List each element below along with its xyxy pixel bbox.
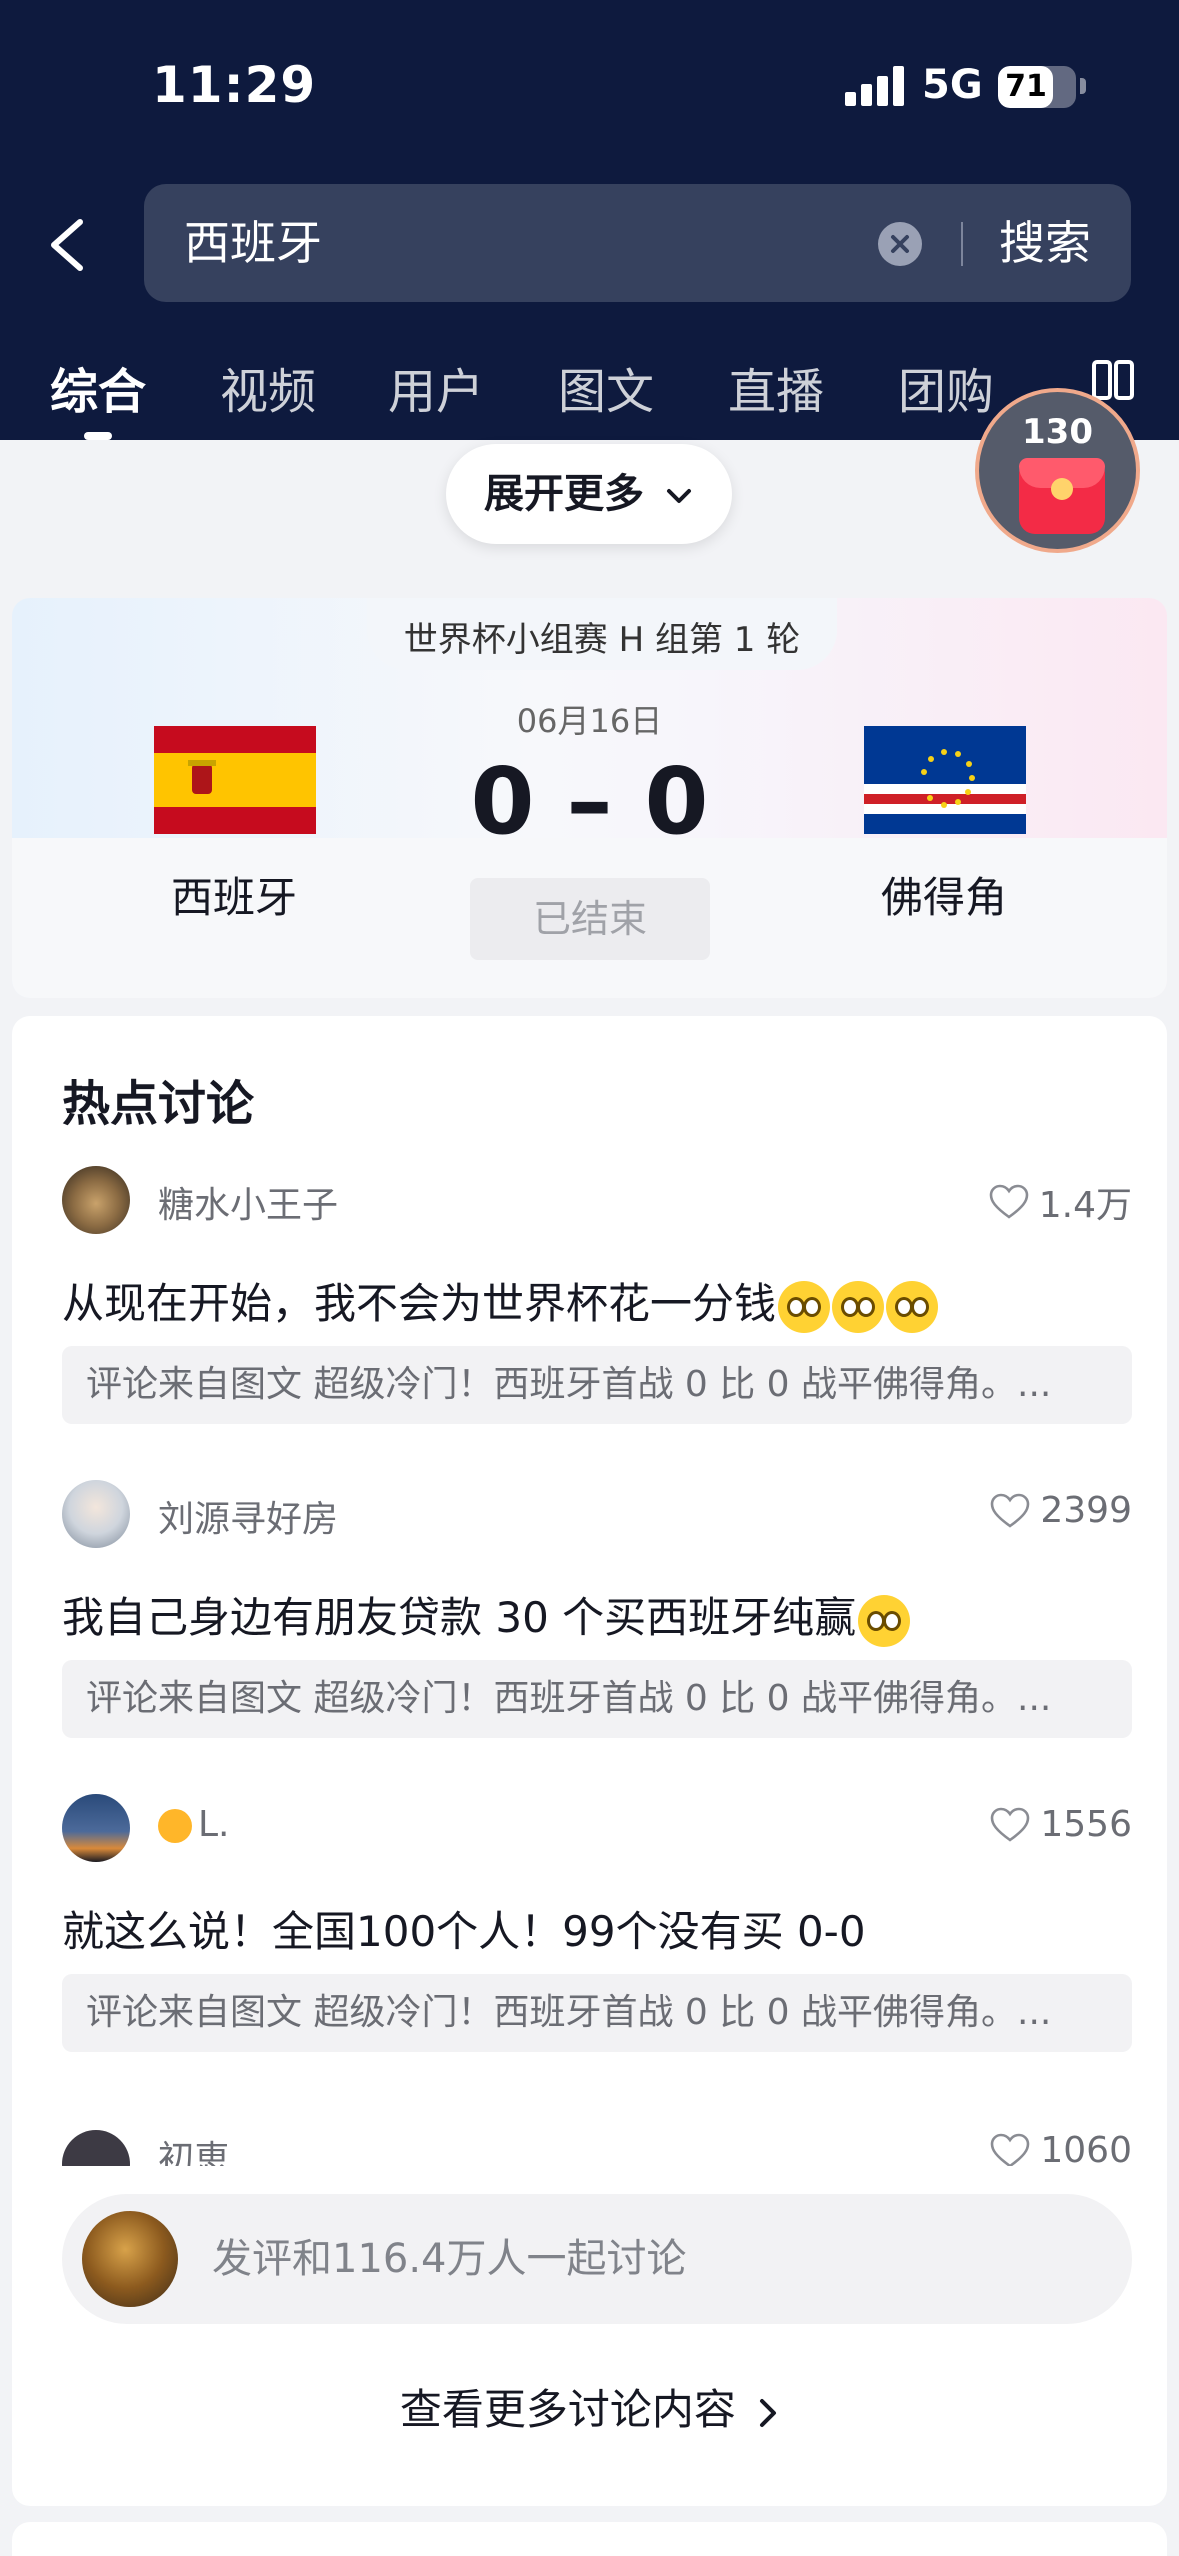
- flushed-emoji-icon: [886, 1280, 939, 1333]
- like-button[interactable]: 1060: [990, 2130, 1132, 2166]
- comment-text: 我自己身边有朋友贷款 30 个买西班牙纯赢: [62, 1584, 911, 1647]
- next-card: [12, 2522, 1167, 2556]
- expand-more-button[interactable]: 展开更多: [446, 444, 732, 544]
- like-button[interactable]: 1556: [990, 1804, 1132, 1845]
- red-packet-widget[interactable]: 130: [975, 388, 1140, 553]
- like-count: 1060: [1040, 2130, 1132, 2166]
- comment-text-content: 从现在开始，我不会为世界杯花一分钱: [62, 1279, 777, 1328]
- home-team-name: 西班牙: [170, 873, 297, 922]
- comment-item-partial[interactable]: 初恵 1060: [62, 2116, 1132, 2166]
- top-header: 11:29 5G 71 西班牙 搜索 综合 视频 用户 图文 直播 团购: [0, 0, 1179, 440]
- avatar[interactable]: [62, 1166, 130, 1234]
- comment-username[interactable]: 糖水小王子: [158, 1176, 338, 1228]
- section-title: 热点讨论: [62, 1076, 255, 1132]
- status-time: 11:29: [152, 56, 317, 114]
- search-box[interactable]: 西班牙 搜索: [144, 184, 1131, 302]
- my-avatar: [82, 2211, 178, 2307]
- comment-item[interactable]: L. 1556 就这么说！全国100个人！99个没有买 0-0 评论来自图文 超…: [62, 1794, 1132, 2094]
- search-divider: [961, 222, 963, 266]
- tab-live[interactable]: 直播: [728, 352, 824, 422]
- comment-username[interactable]: 初恵: [158, 2130, 230, 2166]
- comment-source-link[interactable]: 评论来自图文 超级冷门！西班牙首战 0 比 0 战平佛得角。...: [62, 1346, 1132, 1424]
- comment-item[interactable]: 刘源寻好房 2399 我自己身边有朋友贷款 30 个买西班牙纯赢 评论来自图文 …: [62, 1480, 1132, 1780]
- comment-item[interactable]: 糖水小王子 1.4万 从现在开始，我不会为世界杯花一分钱 评论来自图文 超级冷门…: [62, 1166, 1132, 1466]
- comment-username[interactable]: 刘源寻好房: [158, 1490, 338, 1542]
- match-stage: 世界杯小组赛 H 组第 1 轮: [403, 620, 801, 660]
- tab-comprehensive[interactable]: 综合: [50, 352, 146, 422]
- tab-active-indicator: [84, 432, 112, 440]
- hot-discussion-card: 热点讨论 糖水小王子 1.4万 从现在开始，我不会为世界杯花一分钱 评论来自图文…: [12, 1016, 1167, 2506]
- match-status: 已结束: [470, 878, 710, 960]
- comment-source-text: 评论来自图文 超级冷门！西班牙首战 0 比 0 战平佛得角。...: [86, 1364, 1052, 1405]
- view-more-discussion-link[interactable]: 查看更多讨论内容: [12, 2376, 1167, 2437]
- like-button[interactable]: 2399: [990, 1490, 1132, 1531]
- away-team-name: 佛得角: [880, 873, 1007, 922]
- flushed-emoji-icon: [832, 1280, 885, 1333]
- comment-input-placeholder: 发评和116.4万人一起讨论: [212, 2236, 687, 2282]
- comment-username-text: L.: [198, 1804, 230, 1845]
- comment-source-link[interactable]: 评论来自图文 超级冷门！西班牙首战 0 比 0 战平佛得角。...: [62, 1660, 1132, 1738]
- network-type: 5G: [922, 62, 983, 108]
- clear-icon[interactable]: [878, 222, 922, 266]
- comment-text: 从现在开始，我不会为世界杯花一分钱: [62, 1270, 939, 1333]
- chevron-left-icon: [51, 219, 83, 271]
- red-packet-seal: [1051, 478, 1073, 500]
- battery-icon: 71: [998, 66, 1076, 108]
- sun-emoji-icon: [158, 1809, 192, 1843]
- search-button[interactable]: 搜索: [999, 184, 1091, 302]
- avatar[interactable]: [62, 1480, 130, 1548]
- tab-users[interactable]: 用户: [388, 352, 484, 422]
- battery-level: 71: [1005, 69, 1047, 104]
- tab-posts[interactable]: 图文: [558, 352, 654, 422]
- red-packet-count: 130: [1022, 412, 1093, 452]
- like-button[interactable]: 1.4万: [989, 1176, 1132, 1228]
- heart-icon: [991, 2133, 1030, 2166]
- comment-source-text: 评论来自图文 超级冷门！西班牙首战 0 比 0 战平佛得角。...: [86, 1678, 1052, 1719]
- comment-text-content: 我自己身边有朋友贷款 30 个买西班牙纯赢: [62, 1593, 857, 1642]
- heart-icon: [989, 1184, 1029, 1219]
- comment-source-text: 评论来自图文 超级冷门！西班牙首战 0 比 0 战平佛得角。...: [86, 1992, 1052, 2033]
- match-stage-tab: 世界杯小组赛 H 组第 1 轮: [367, 598, 837, 670]
- expand-more-label: 展开更多: [484, 471, 645, 517]
- back-button[interactable]: [38, 200, 98, 290]
- like-count: 1.4万: [1038, 1185, 1132, 1226]
- avatar[interactable]: [62, 1794, 130, 1862]
- flushed-emoji-icon: [778, 1280, 831, 1333]
- avatar[interactable]: [62, 2130, 130, 2166]
- chevron-right-icon: [760, 2398, 777, 2427]
- signal-icon: [845, 66, 905, 106]
- spain-flag-icon: [154, 726, 316, 834]
- status-bar: 11:29 5G 71: [0, 0, 1179, 170]
- comment-text: 就这么说！全国100个人！99个没有买 0-0: [62, 1907, 866, 1956]
- tab-video[interactable]: 视频: [220, 352, 316, 422]
- cape-verde-flag-icon: [864, 726, 1026, 834]
- heart-icon: [991, 1807, 1030, 1842]
- search-input[interactable]: 西班牙: [184, 184, 322, 302]
- like-count: 2399: [1040, 1490, 1132, 1531]
- match-card[interactable]: 世界杯小组赛 H 组第 1 轮 06月16日 0 – 0 已结束 西班牙 佛得角: [12, 598, 1167, 998]
- comment-source-link[interactable]: 评论来自图文 超级冷门！西班牙首战 0 比 0 战平佛得角。...: [62, 1974, 1132, 2052]
- chevron-down-icon: [666, 489, 691, 503]
- view-more-label: 查看更多讨论内容: [399, 2385, 736, 2434]
- comment-input[interactable]: 发评和116.4万人一起讨论: [62, 2194, 1132, 2324]
- like-count: 1556: [1040, 1804, 1132, 1845]
- battery-cap: [1080, 78, 1086, 94]
- comment-username[interactable]: L.: [158, 1804, 230, 1845]
- heart-icon: [991, 1493, 1030, 1528]
- crying-emoji-icon: [858, 1594, 911, 1647]
